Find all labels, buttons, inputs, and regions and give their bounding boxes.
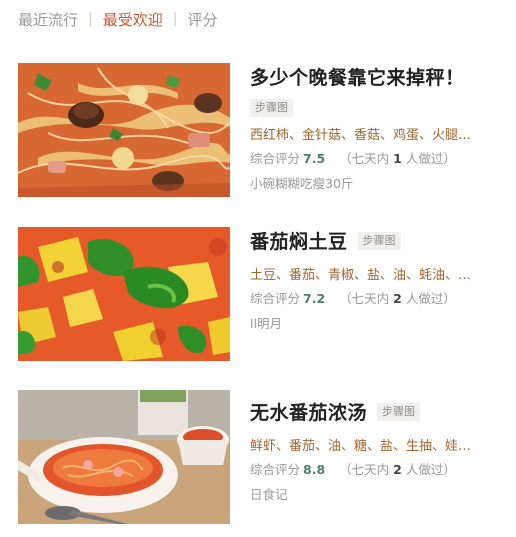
recipe-card: 无水番茄浓汤 步骤图 鲜虾、番茄、油、糖、盐、生抽、娃… 综合评分 8.8 （七天内… [18,390,508,525]
step-photo-badge: 步骤图 [250,99,293,117]
cooked-count: （七天内 2 人做过） [339,462,456,477]
sort-tabs: 最近流行 | 最受欢迎 | 评分 [18,9,217,29]
recipe-ingredients: 西红柿、金针菇、香菇、鸡蛋、火腿… [250,128,472,143]
recipe-title[interactable]: 无水番茄浓汤 [250,398,367,425]
recipe-ingredients: 土豆、番茄、青椒、盐、油、蚝油、… [250,268,472,283]
recipe-ingredients: 鲜虾、番茄、油、糖、盐、生抽、娃… [250,439,472,454]
rating-label: 综合评分 [250,291,301,306]
recipe-author[interactable]: 日食记 [250,484,506,503]
rating-score: 7.5 [303,151,326,166]
step-photo-badge: 步骤图 [357,231,401,250]
recipe-thumbnail[interactable] [18,227,230,361]
tab-separator: | [88,11,93,27]
recipe-rating: 综合评分 7.2 （七天内 2 人做过） [250,288,506,307]
recipe-rating: 综合评分 7.5 （七天内 1 人做过） [250,148,506,167]
rating-label: 综合评分 [250,462,301,477]
recipe-card: 番茄焖土豆 步骤图 土豆、番茄、青椒、盐、油、蚝油、… 综合评分 7.2 （七天内 … [18,227,508,362]
recipe-card: 多少个晚餐靠它来掉秤！ 步骤图 西红柿、金针菇、香菇、鸡蛋、火腿… 综合评分 7.… [18,63,508,198]
step-photo-badge: 步骤图 [377,402,421,421]
rating-label: 综合评分 [250,151,301,166]
tab-rating[interactable]: 评分 [187,9,217,30]
cooked-count: （七天内 1 人做过） [339,151,456,166]
recipe-author[interactable]: ll明月 [250,313,506,332]
recipe-title[interactable]: 番茄焖土豆 [250,227,348,254]
rating-score: 7.2 [303,291,326,306]
rating-score: 8.8 [303,462,326,477]
tab-separator: | [172,11,178,27]
cooked-count: （七天内 2 人做过） [339,291,456,306]
recipe-author[interactable]: 小碗糊糊吃瘦30斤 [250,173,506,192]
recipe-thumbnail[interactable] [18,63,230,197]
recipe-thumbnail[interactable] [18,390,230,524]
tab-recent-popular[interactable]: 最近流行 [18,9,78,30]
recipe-rating: 综合评分 8.8 （七天内 2 人做过） [250,459,506,478]
recipe-title[interactable]: 多少个晚餐靠它来掉秤！ [250,63,465,90]
tab-most-popular[interactable]: 最受欢迎 [103,9,163,30]
